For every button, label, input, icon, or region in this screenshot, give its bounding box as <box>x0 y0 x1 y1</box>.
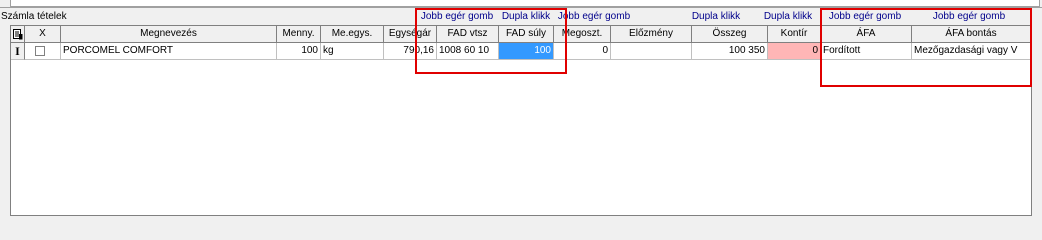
col-header-fad-vtsz[interactable]: FAD vtsz <box>437 26 499 43</box>
cell-osszeg[interactable]: 100 350 <box>692 43 768 60</box>
cell-megnevezes[interactable]: PORCOMEL COMFORT <box>61 43 277 60</box>
hint-right-click-megoszt: Jobb egér gomb <box>557 11 631 22</box>
col-header-x[interactable]: X <box>25 26 61 43</box>
hint-double-click-kontir: Dupla klikk <box>763 11 813 22</box>
col-header-megoszt[interactable]: Megoszt. <box>554 26 611 43</box>
hint-double-click-osszeg: Dupla klikk <box>691 11 741 22</box>
checkbox[interactable] <box>35 46 45 56</box>
top-panel-strip <box>0 0 1042 8</box>
cell-kontir[interactable]: 0 <box>768 43 821 60</box>
grid-corner[interactable] <box>11 26 25 43</box>
cell-x-checkbox[interactable] <box>25 43 61 60</box>
cell-menny[interactable]: 100 <box>277 43 321 60</box>
cell-egysegar[interactable]: 790,16 <box>384 43 437 60</box>
col-header-fad-suly[interactable]: FAD súly <box>499 26 554 43</box>
cell-afa[interactable]: Fordított <box>821 43 912 60</box>
section-title: Számla tételek <box>1 11 67 22</box>
col-header-elozmeny[interactable]: Előzmény <box>611 26 692 43</box>
grid-left-gutter <box>0 25 10 216</box>
top-panel-edge <box>10 0 1040 7</box>
col-header-menny[interactable]: Menny. <box>277 26 321 43</box>
cell-elozmeny[interactable] <box>611 43 692 60</box>
col-header-afa-bontas[interactable]: ÁFA bontás <box>912 26 1031 43</box>
invoice-items-grid[interactable]: X Megnevezés Menny. Me.egys. Egységár FA… <box>10 25 1032 216</box>
col-header-osszeg[interactable]: Összeg <box>692 26 768 43</box>
cell-afa-bontas[interactable]: Mezőgazdasági vagy V <box>912 43 1031 60</box>
hint-right-click-afa: Jobb egér gomb <box>828 11 902 22</box>
col-header-megnevezes[interactable]: Megnevezés <box>61 26 277 43</box>
cell-megoszt[interactable]: 0 <box>554 43 611 60</box>
cell-fad-suly-selected[interactable]: 100 <box>499 43 554 60</box>
grid-options-icon <box>13 29 23 40</box>
cell-meegys[interactable]: kg <box>321 43 384 60</box>
cell-fad-vtsz[interactable]: 1008 60 10 <box>437 43 499 60</box>
hint-right-click-afa-bontas: Jobb egér gomb <box>932 11 1006 22</box>
col-header-afa[interactable]: ÁFA <box>821 26 912 43</box>
col-header-meegys[interactable]: Me.egys. <box>321 26 384 43</box>
row-indicator-icon[interactable]: I <box>11 43 25 60</box>
hint-right-click-fad-vtsz: Jobb egér gomb <box>420 11 494 22</box>
col-header-egysegar[interactable]: Egységár <box>384 26 437 43</box>
col-header-kontir[interactable]: Kontír <box>768 26 821 43</box>
hint-double-click-fad-suly: Dupla klikk <box>501 11 551 22</box>
